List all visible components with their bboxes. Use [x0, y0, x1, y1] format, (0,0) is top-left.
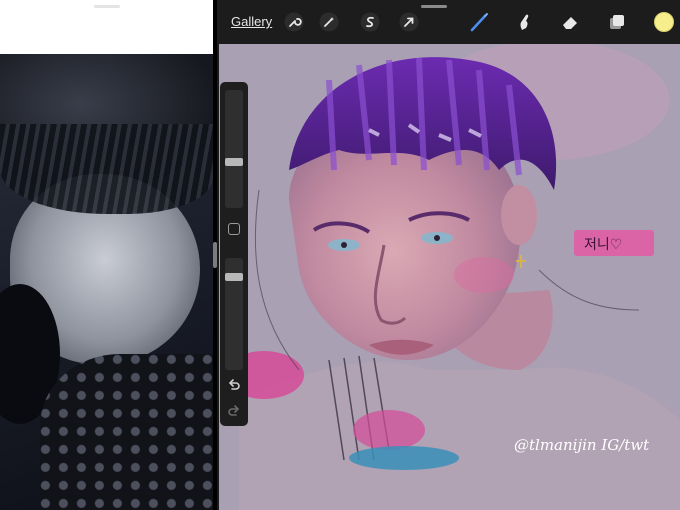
sticky-note-text: 저니♡ [584, 237, 622, 253]
brush-icon[interactable] [469, 12, 489, 32]
pane-grab-handle[interactable] [94, 5, 120, 8]
reference-photo [0, 54, 213, 510]
artist-signature: @tlmanijin IG/twt [514, 436, 650, 454]
top-grab-handle[interactable] [421, 5, 447, 8]
drawing-canvas[interactable]: 저니♡ @tlmanijin IG/twt [219, 40, 680, 510]
color-picker-swatch[interactable] [654, 12, 674, 32]
brush-size-thumb[interactable] [225, 158, 243, 166]
top-toolbar: Gallery [217, 0, 680, 44]
procreate-app: 저니♡ @tlmanijin IG/twt Gallery [217, 0, 680, 510]
side-slider-bar [220, 82, 248, 426]
eraser-icon[interactable] [560, 12, 580, 32]
photo-studded-jacket [40, 354, 213, 510]
gallery-button[interactable]: Gallery [231, 14, 272, 29]
artwork: 저니♡ @tlmanijin IG/twt [219, 40, 680, 510]
selection-icon[interactable] [360, 12, 380, 32]
opacity-slider[interactable] [225, 258, 243, 370]
redo-icon[interactable] [226, 404, 242, 420]
magic-wand-icon[interactable] [319, 12, 339, 32]
photo-fringe [0, 124, 213, 214]
modify-button[interactable] [228, 223, 240, 235]
reference-pane[interactable] [0, 0, 213, 510]
opacity-thumb[interactable] [225, 273, 243, 281]
brush-size-slider[interactable] [225, 90, 243, 208]
undo-icon[interactable] [226, 378, 242, 394]
transform-arrow-icon[interactable] [399, 12, 419, 32]
layers-icon[interactable] [607, 12, 627, 32]
wrench-icon[interactable] [284, 12, 304, 32]
smudge-icon[interactable] [514, 12, 534, 32]
